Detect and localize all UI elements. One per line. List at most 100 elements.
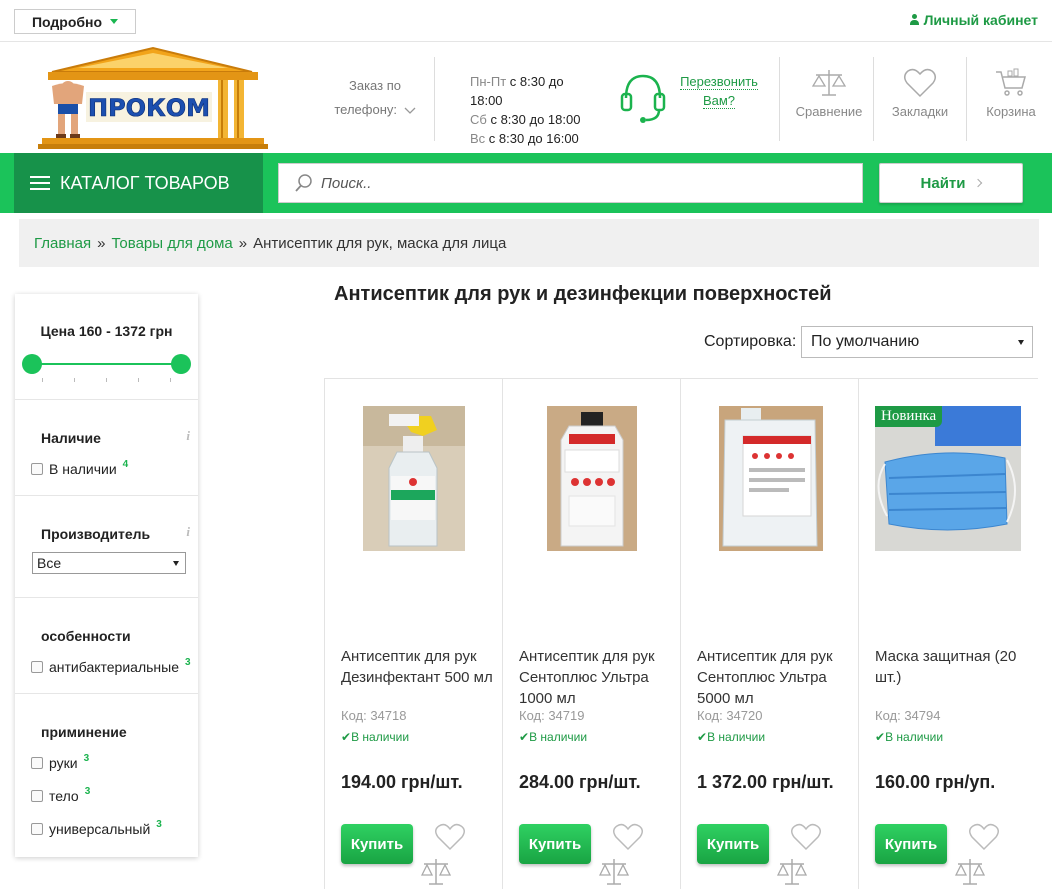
availability-option[interactable]: В наличии 4 bbox=[15, 452, 198, 485]
scales-icon[interactable] bbox=[955, 857, 985, 887]
option-count: 4 bbox=[122, 459, 129, 470]
search-input[interactable] bbox=[321, 174, 821, 192]
stock-label: В наличии bbox=[351, 730, 410, 744]
account-link[interactable]: Личный кабинет bbox=[909, 12, 1038, 28]
product-code: Код: 34720 bbox=[697, 708, 763, 723]
divider bbox=[966, 57, 967, 141]
option-label: тело bbox=[49, 787, 79, 804]
product-image-wrap[interactable]: Новинка bbox=[875, 406, 1021, 551]
scales-icon[interactable] bbox=[777, 857, 807, 887]
product-image[interactable] bbox=[697, 406, 843, 551]
cart-link[interactable]: Корзина bbox=[971, 68, 1051, 119]
features-option[interactable]: антибактериальные 3 bbox=[15, 650, 198, 683]
breadcrumb-home[interactable]: Главная bbox=[34, 235, 91, 252]
check-icon: ✔ bbox=[341, 730, 352, 744]
find-button[interactable]: Найти bbox=[879, 163, 1023, 203]
availability-title: Наличие bbox=[41, 430, 101, 446]
scales-icon[interactable] bbox=[599, 857, 629, 887]
usage-option[interactable]: универсальный 3 bbox=[15, 812, 198, 845]
product-name[interactable]: Маска защитная (20 шт.) bbox=[875, 646, 1027, 688]
cart-icon bbox=[996, 68, 1026, 96]
chevron-down-icon bbox=[404, 107, 416, 114]
filter-sidebar: Цена 160 - 1372 грн Наличие i В наличии … bbox=[15, 294, 198, 857]
checkbox[interactable] bbox=[31, 789, 43, 802]
header: ПРОКОМ Заказ по телефону: Пн-Пт с 8:30 д… bbox=[0, 42, 1052, 153]
divider bbox=[873, 57, 874, 141]
buy-button[interactable]: Купить bbox=[697, 824, 769, 864]
checkbox[interactable] bbox=[31, 462, 43, 475]
product-name[interactable]: Антисептик для рук Сентоплюс Ультра 5000… bbox=[697, 646, 849, 709]
search-box bbox=[278, 163, 863, 203]
manufacturer-title: Производитель bbox=[41, 526, 151, 542]
product-stock: ✔В наличии bbox=[697, 730, 765, 744]
info-icon[interactable]: i bbox=[186, 524, 190, 540]
stock-label: В наличии bbox=[885, 730, 944, 744]
features-title: особенности bbox=[41, 628, 131, 644]
sort-select[interactable]: По умолчанию bbox=[801, 326, 1033, 358]
slider-min-handle[interactable] bbox=[22, 354, 42, 374]
manufacturer-filter: Производитель i Все bbox=[15, 496, 198, 598]
phone-order-line2: телефону: bbox=[334, 102, 397, 117]
divider bbox=[779, 57, 780, 141]
availability-filter: Наличие i В наличии 4 bbox=[15, 400, 198, 496]
heart-icon[interactable] bbox=[434, 823, 466, 851]
breadcrumb-separator: » bbox=[97, 234, 106, 252]
product-image[interactable] bbox=[341, 406, 487, 551]
chevron-down-icon bbox=[110, 19, 119, 24]
manufacturer-value: Все bbox=[37, 555, 62, 571]
top-bar: Подробно Личный кабинет bbox=[0, 0, 1052, 42]
buy-button[interactable]: Купить bbox=[519, 824, 591, 864]
product-stock: ✔В наличии bbox=[341, 730, 409, 744]
checkbox[interactable] bbox=[31, 822, 43, 835]
stock-label: В наличии bbox=[707, 730, 766, 744]
slider-track bbox=[32, 363, 181, 365]
slider-max-handle[interactable] bbox=[171, 354, 191, 374]
menu-icon bbox=[30, 176, 50, 190]
sort-label: Сортировка: bbox=[704, 333, 797, 350]
product-image[interactable] bbox=[519, 406, 665, 551]
callback-link[interactable]: Перезвонить Вам? bbox=[672, 72, 766, 110]
option-count: 3 bbox=[185, 657, 191, 668]
search-icon bbox=[295, 174, 312, 192]
page-title: Антисептик для рук и дезинфекции поверхн… bbox=[334, 283, 832, 305]
details-label: Подробно bbox=[31, 13, 103, 30]
breadcrumb-separator: » bbox=[238, 234, 248, 252]
option-count: 3 bbox=[83, 753, 90, 764]
usage-option[interactable]: тело 3 bbox=[15, 779, 198, 812]
buy-button[interactable]: Купить bbox=[341, 824, 413, 864]
phone-order-dropdown[interactable]: Заказ по телефону: bbox=[330, 74, 420, 122]
manufacturer-select[interactable]: Все bbox=[32, 552, 186, 574]
usage-option[interactable]: руки 3 bbox=[15, 746, 198, 779]
stock-label: В наличии bbox=[529, 730, 588, 744]
bookmarks-link[interactable]: Закладки bbox=[880, 68, 960, 119]
product-name[interactable]: Антисептик для рук Дезинфектант 500 мл bbox=[341, 646, 493, 688]
slider-ticks bbox=[42, 378, 171, 382]
checkbox[interactable] bbox=[31, 756, 43, 769]
new-badge: Новинка bbox=[875, 406, 943, 427]
product-code: Код: 34794 bbox=[875, 708, 941, 723]
product-name[interactable]: Антисептик для рук Сентоплюс Ультра 1000… bbox=[519, 646, 671, 709]
checkbox[interactable] bbox=[31, 660, 43, 673]
find-label: Найти bbox=[920, 174, 966, 192]
heart-icon[interactable] bbox=[790, 823, 822, 851]
catalog-button[interactable]: КАТАЛОГ ТОВАРОВ bbox=[14, 153, 263, 213]
info-icon[interactable]: i bbox=[186, 428, 190, 444]
compare-link[interactable]: Сравнение bbox=[789, 68, 869, 119]
breadcrumb-category[interactable]: Товары для дома bbox=[111, 235, 232, 252]
heart-icon[interactable] bbox=[612, 823, 644, 851]
option-count: 3 bbox=[84, 786, 91, 797]
logo[interactable]: ПРОКОМ bbox=[38, 46, 268, 150]
price-slider[interactable] bbox=[22, 354, 191, 382]
product-card: Антисептик для рук Дезинфектант 500 мл К… bbox=[325, 379, 503, 889]
user-icon bbox=[909, 14, 920, 26]
product-price: 284.00 грн/шт. bbox=[519, 772, 641, 792]
option-label: руки bbox=[49, 754, 78, 771]
product-grid: Антисептик для рук Дезинфектант 500 мл К… bbox=[324, 378, 1038, 889]
option-label: антибактериальные bbox=[49, 658, 179, 675]
phone-order-line1: Заказ по bbox=[349, 78, 401, 93]
scales-icon[interactable] bbox=[421, 857, 451, 887]
buy-button[interactable]: Купить bbox=[875, 824, 947, 864]
heart-icon[interactable] bbox=[968, 823, 1000, 851]
details-dropdown[interactable]: Подробно bbox=[14, 9, 136, 34]
breadcrumb-current: Антисептик для рук, маска для лица bbox=[253, 234, 507, 252]
